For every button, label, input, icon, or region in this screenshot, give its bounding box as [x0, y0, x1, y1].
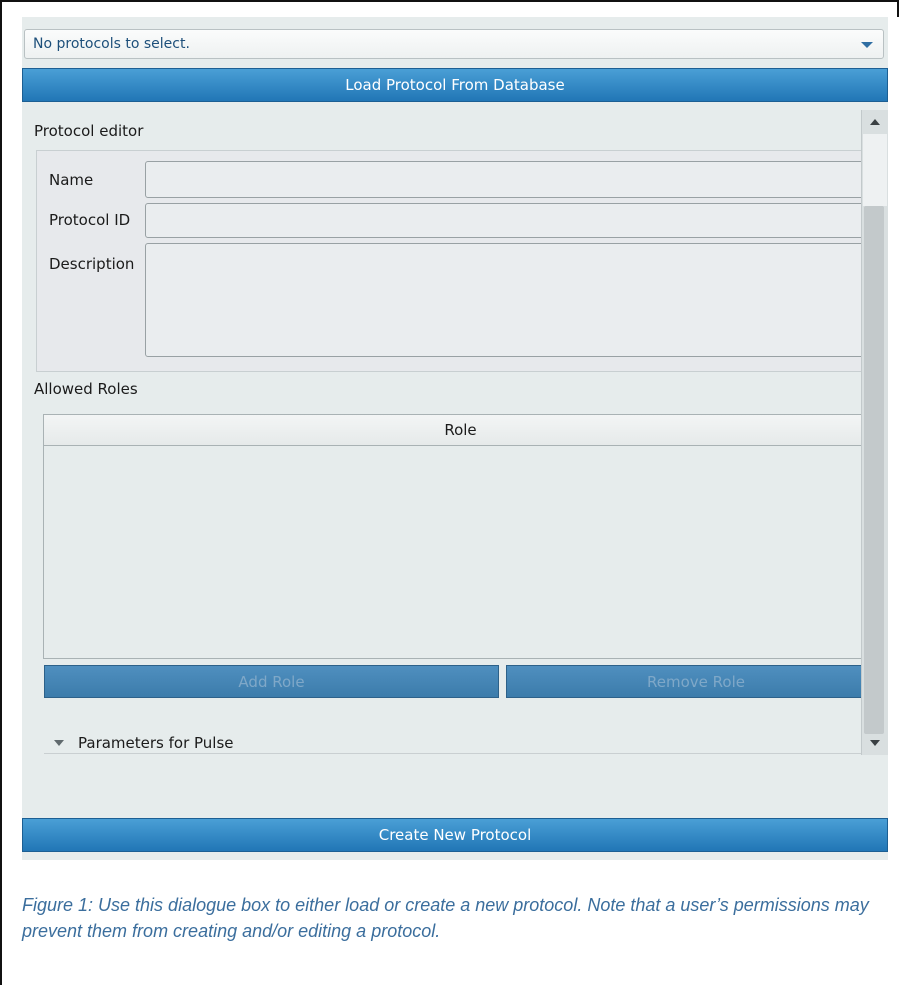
protocol-editor-scroll-area: Protocol editor Name Protocol ID Descrip…	[22, 110, 888, 755]
triangle-down-icon	[54, 740, 64, 746]
protocol-id-field[interactable]	[145, 203, 885, 238]
roles-table-body[interactable]	[44, 446, 877, 658]
protocol-id-label: Protocol ID	[49, 211, 131, 229]
scrollbar-thumb[interactable]	[864, 206, 884, 734]
protocol-dialog: No protocols to select. Load Protocol Fr…	[22, 17, 888, 860]
scroll-up-arrow-icon[interactable]	[870, 119, 880, 125]
protocol-select-dropdown[interactable]: No protocols to select.	[24, 29, 884, 59]
vertical-scrollbar[interactable]	[861, 110, 888, 755]
parameters-expander[interactable]: Parameters for Pulse	[54, 734, 234, 752]
description-field[interactable]	[145, 243, 885, 357]
protocol-select-value: No protocols to select.	[33, 36, 190, 52]
load-protocol-button[interactable]: Load Protocol From Database	[22, 68, 888, 102]
scroll-down-arrow-icon[interactable]	[870, 740, 880, 746]
parameters-label: Parameters for Pulse	[78, 734, 234, 752]
protocol-editor-group: Name Protocol ID Description	[36, 150, 885, 372]
figure-caption: Figure 1: Use this dialogue box to eithe…	[22, 895, 869, 941]
name-field[interactable]	[145, 161, 885, 198]
parameters-divider	[44, 753, 864, 754]
add-role-button[interactable]: Add Role	[44, 665, 499, 698]
create-protocol-button[interactable]: Create New Protocol	[22, 818, 888, 852]
protocol-editor-title: Protocol editor	[34, 122, 144, 140]
roles-table: Role	[43, 414, 878, 659]
name-label: Name	[49, 171, 94, 189]
frame-border-top	[0, 0, 899, 2]
description-label: Description	[49, 255, 135, 273]
scrollbar-track-top	[863, 134, 887, 206]
allowed-roles-title: Allowed Roles	[34, 380, 138, 398]
frame-border-left	[0, 0, 2, 985]
remove-role-button[interactable]: Remove Role	[506, 665, 886, 698]
chevron-down-icon[interactable]	[861, 42, 873, 48]
role-column-header[interactable]: Role	[44, 415, 877, 446]
